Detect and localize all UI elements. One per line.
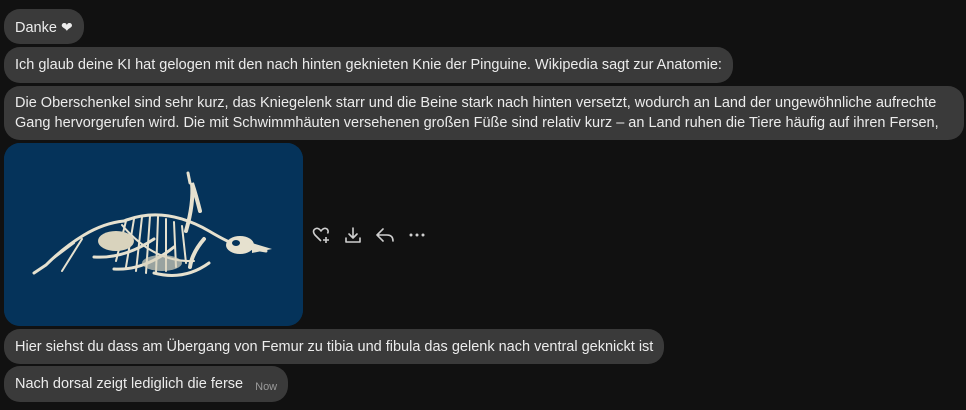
reply-icon bbox=[376, 228, 394, 242]
more-options-button[interactable] bbox=[407, 225, 427, 245]
message-bubble[interactable]: Die Oberschenkel sind sehr kurz, das Kni… bbox=[4, 86, 964, 140]
message-text: Nach dorsal zeigt lediglich die ferse bbox=[15, 376, 244, 392]
image-attachment[interactable] bbox=[4, 143, 303, 326]
download-button[interactable] bbox=[343, 225, 363, 245]
message-bubble[interactable]: Ich glaub deine KI hat gelogen mit den n… bbox=[4, 47, 733, 83]
message-text: Die Oberschenkel sind sehr kurz, das Kni… bbox=[15, 95, 939, 131]
message-text: Ich glaub deine KI hat gelogen mit den n… bbox=[15, 57, 722, 73]
message-bubble[interactable]: Danke ❤ bbox=[4, 9, 84, 44]
message-bubble[interactable]: Hier siehst du dass am Übergang von Femu… bbox=[4, 329, 665, 364]
penguin-skeleton-image bbox=[4, 143, 303, 326]
image-actions bbox=[311, 224, 439, 246]
message-timestamp: Now bbox=[255, 381, 278, 393]
heart-emoji: ❤ bbox=[60, 19, 73, 35]
message-bubble[interactable]: Nach dorsal zeigt lediglich die ferse No… bbox=[4, 366, 289, 402]
chat-thread: Danke ❤ Ich glaub deine KI hat gelogen m… bbox=[0, 0, 966, 410]
heart-plus-icon bbox=[312, 227, 329, 243]
message-text: Hier siehst du dass am Übergang von Femu… bbox=[15, 339, 654, 355]
more-icon bbox=[409, 233, 425, 237]
message-text: Danke bbox=[15, 20, 57, 36]
react-button[interactable] bbox=[311, 225, 331, 245]
download-icon bbox=[345, 227, 361, 243]
reply-button[interactable] bbox=[375, 225, 395, 245]
